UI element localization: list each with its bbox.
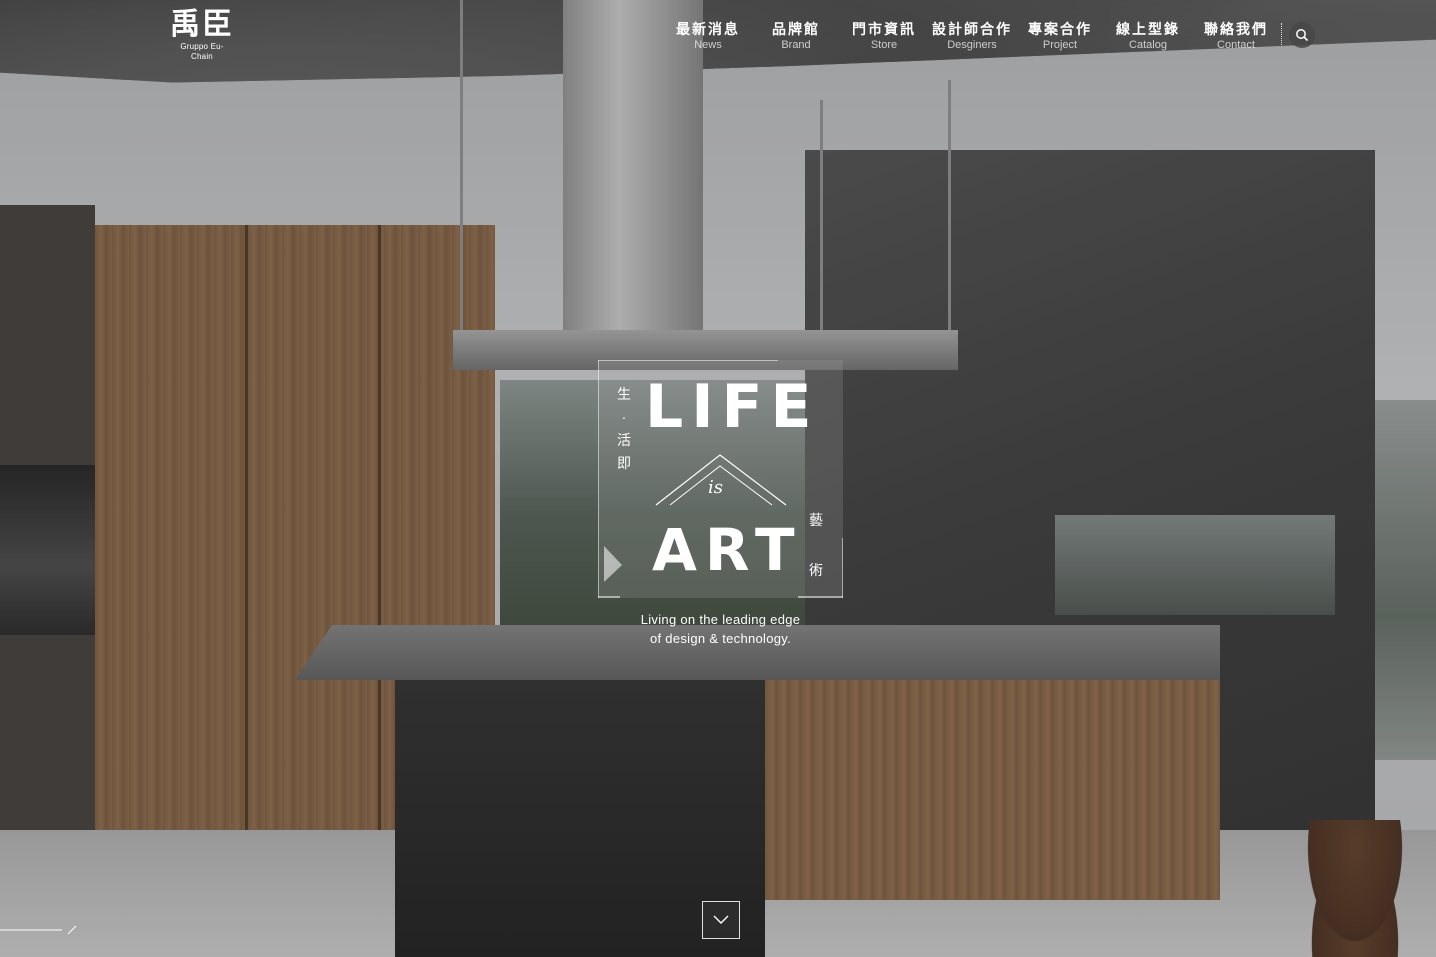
nav-item-catalog[interactable]: 線上型錄 Catalog: [1104, 20, 1192, 60]
logo-subtext: Gruppo Eu-Chain: [180, 42, 224, 61]
search-icon: [1296, 29, 1309, 42]
nav-item-news[interactable]: 最新消息 News: [664, 20, 752, 60]
hero-word-art: ART: [652, 516, 803, 584]
logo[interactable]: 禹臣 Gruppo Eu-Chain: [170, 7, 234, 62]
nav-item-brand[interactable]: 品牌館 Brand: [752, 20, 840, 60]
nav-divider: [1281, 23, 1282, 45]
nav-item-store[interactable]: 門市資訊 Store: [840, 20, 928, 60]
hero-word-is: is: [708, 477, 723, 498]
nav-item-designers[interactable]: 設計師合作 Desginers: [928, 20, 1016, 60]
main-nav: 最新消息 News 品牌館 Brand 門市資訊 Store 設計師合作 Des…: [664, 20, 1280, 60]
slide-indicator[interactable]: [0, 920, 80, 940]
hero-tagline: Living on the leading edge of design & t…: [640, 612, 801, 646]
hero-word-life: LIFE: [645, 372, 820, 442]
logo-mark: 禹臣: [170, 7, 234, 42]
search-button[interactable]: [1289, 22, 1315, 48]
scroll-down-button[interactable]: [702, 901, 740, 939]
nav-item-project[interactable]: 專案合作 Project: [1016, 20, 1104, 60]
vertical-text-right: 藝 術: [809, 512, 823, 578]
slide-line-icon: [0, 925, 77, 935]
vertical-text-left: 生 · 活 即: [617, 386, 631, 471]
nav-item-contact[interactable]: 聯絡我們 Contact: [1192, 20, 1280, 60]
chevron-down-icon: [713, 915, 729, 924]
